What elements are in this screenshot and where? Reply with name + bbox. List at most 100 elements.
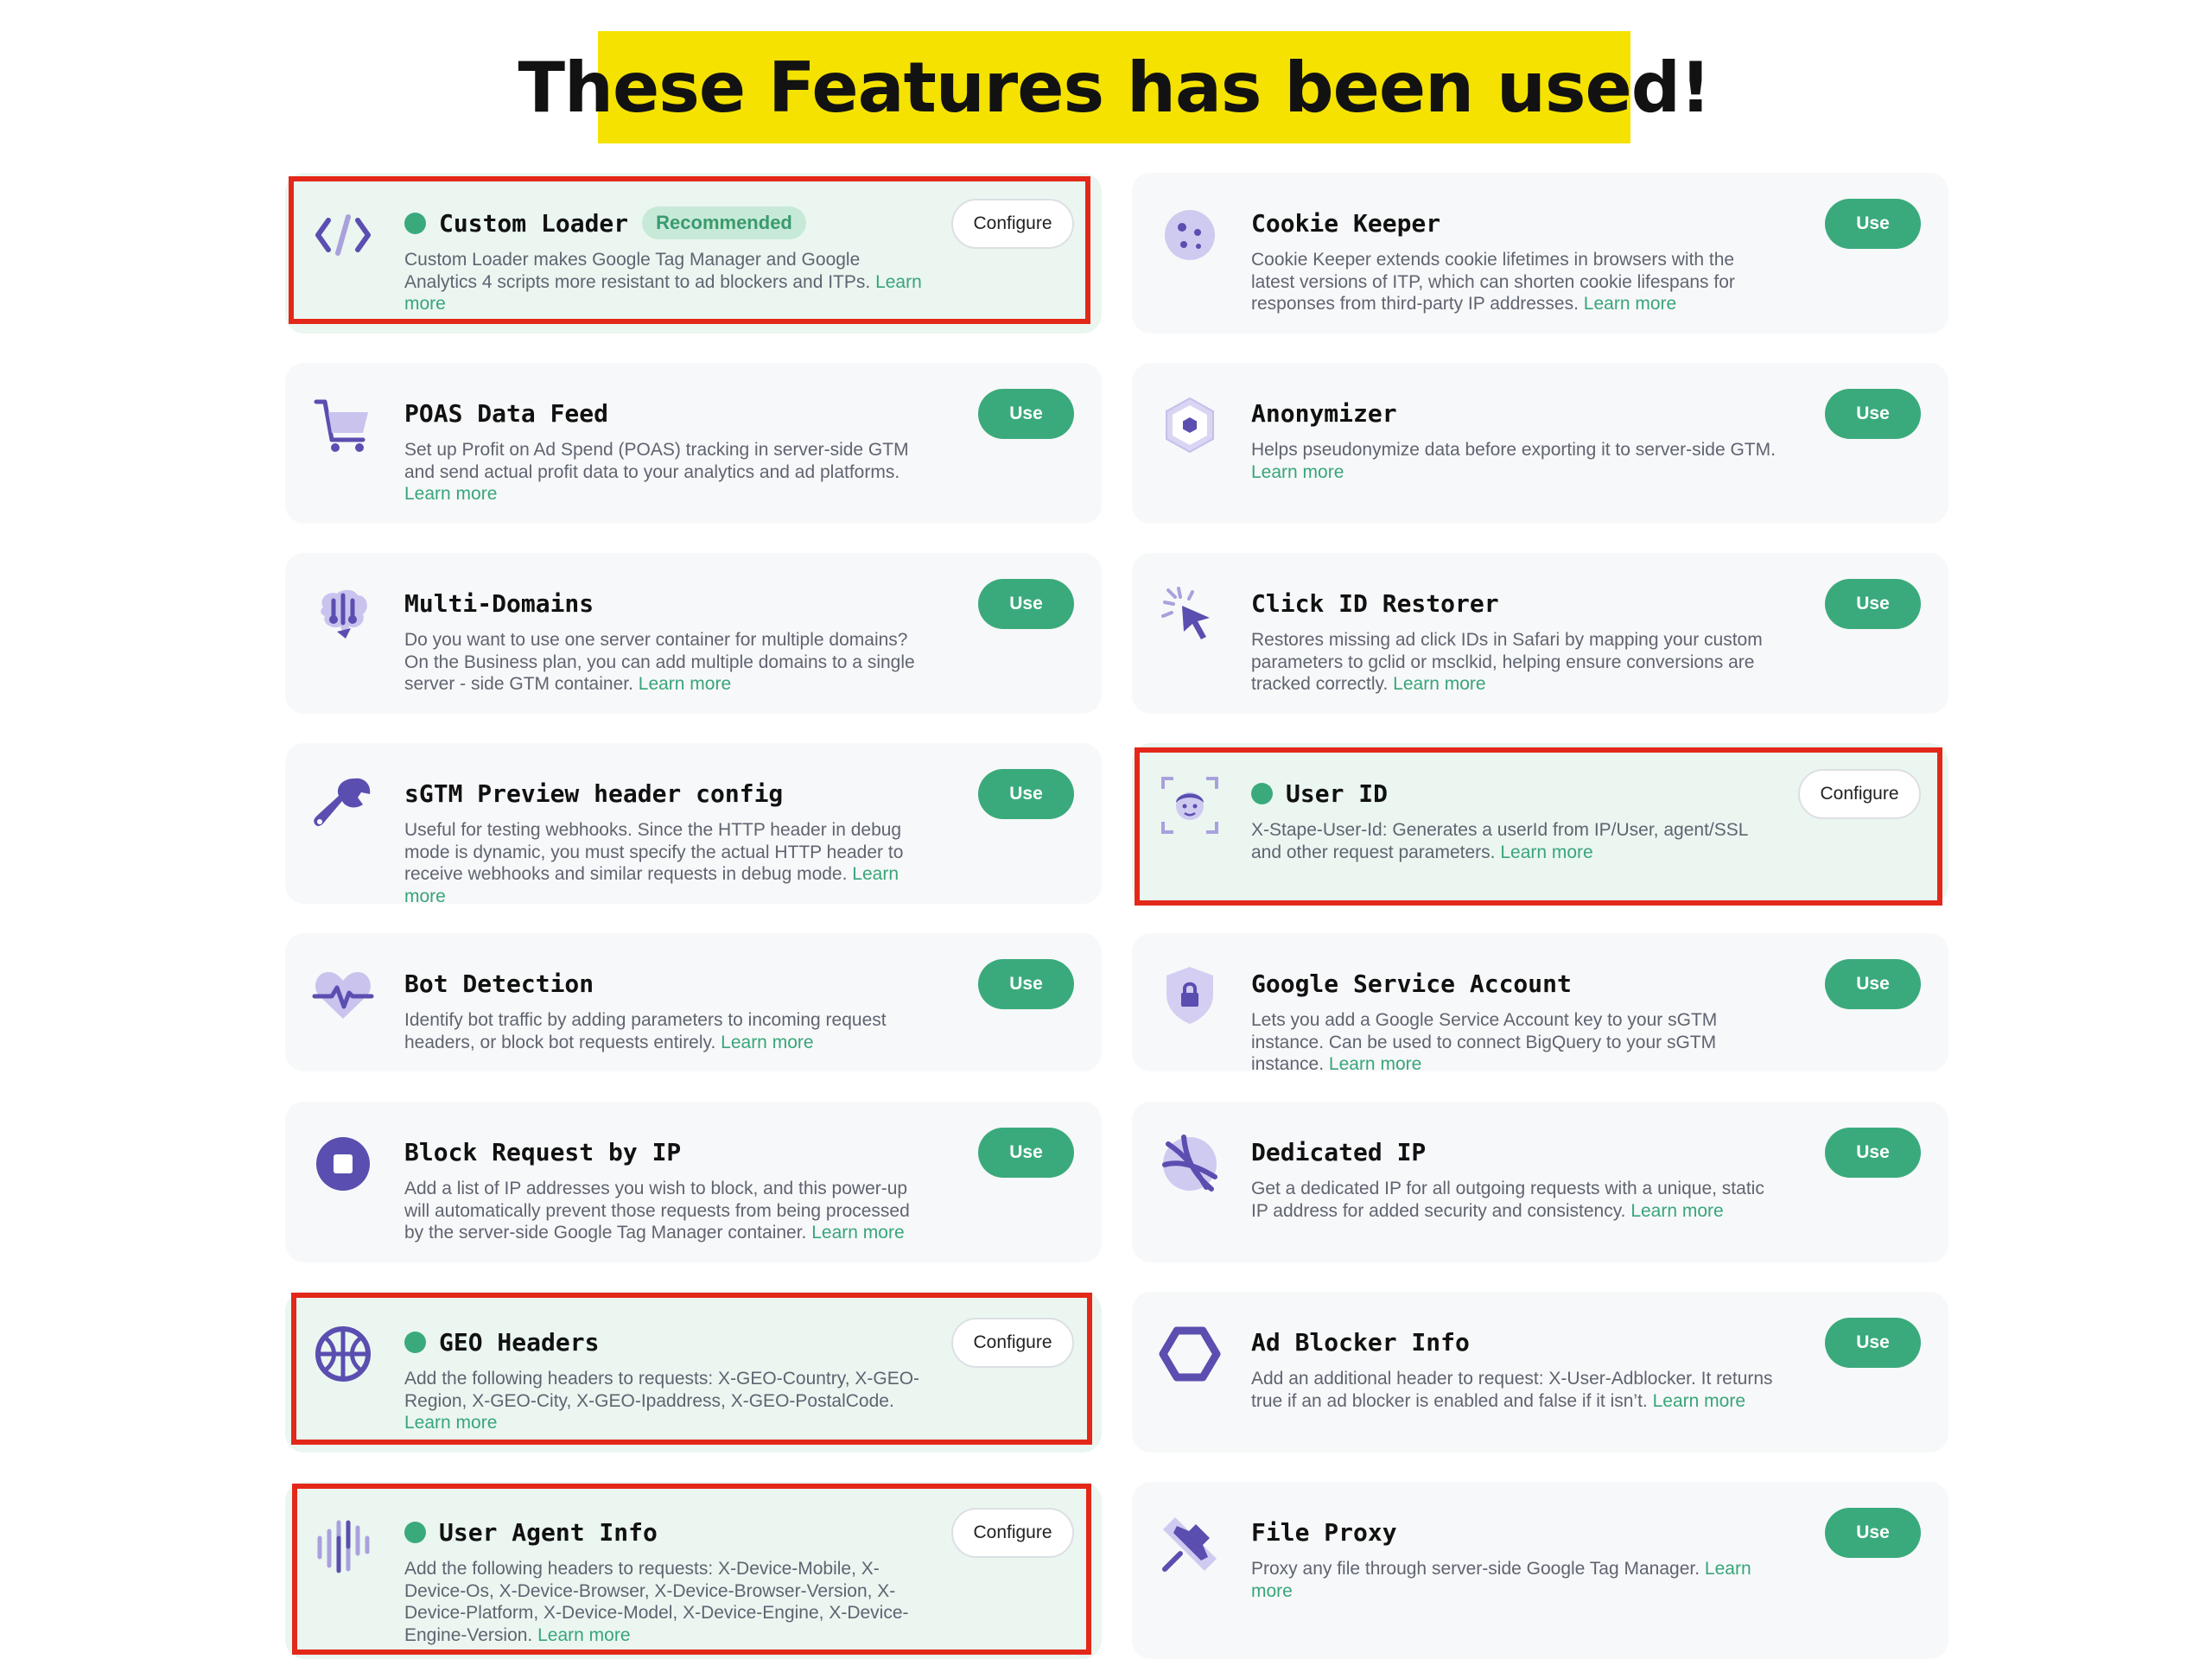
feature-title-row: GEO Headers <box>404 1325 929 1359</box>
feature-card-poas-data-feed: POAS Data Feed Set up Profit on Ad Spend… <box>285 363 1102 524</box>
description-text: Proxy any file through server-side Googl… <box>1251 1559 1700 1579</box>
feature-title-row: Bot Detection <box>404 966 929 1001</box>
description-text: Set up Profit on Ad Spend (POAS) trackin… <box>404 440 909 482</box>
feature-card-anonymizer: Anonymizer Helps pseudonymize data befor… <box>1132 363 1948 524</box>
feature-content: sGTM Preview header config Useful for te… <box>404 776 929 907</box>
use-button[interactable]: Use <box>978 1128 1074 1178</box>
feature-card-cookie-keeper: Cookie Keeper Cookie Keeper extends cook… <box>1132 173 1948 334</box>
learn-more-link[interactable]: Learn more <box>639 674 731 694</box>
use-button[interactable]: Use <box>978 959 1074 1009</box>
hexagon-outline-icon <box>1158 1322 1222 1386</box>
use-button[interactable]: Use <box>1825 1318 1921 1368</box>
feature-content: User ID X-Stape-User-Id: Generates a use… <box>1251 776 1776 863</box>
use-button[interactable]: Use <box>978 769 1074 819</box>
feature-card-bot-detection: Bot Detection Identify bot traffic by ad… <box>285 933 1102 1071</box>
description-text: Add the following headers to requests: X… <box>404 1559 909 1645</box>
configure-button[interactable]: Configure <box>1798 769 1921 819</box>
feature-description: Restores missing ad click IDs in Safari … <box>1251 629 1776 696</box>
feature-content: Dedicated IP Get a dedicated IP for all … <box>1251 1135 1776 1222</box>
feature-title: User ID <box>1286 779 1389 808</box>
feature-title: Google Service Account <box>1251 969 1572 998</box>
face-scan-icon <box>1158 773 1222 837</box>
learn-more-link[interactable]: Learn more <box>537 1625 630 1645</box>
learn-more-link[interactable]: Learn more <box>1251 462 1344 482</box>
configure-button[interactable]: Configure <box>951 199 1074 249</box>
use-button[interactable]: Use <box>978 579 1074 629</box>
feature-title-row: Multi-Domains <box>404 586 929 620</box>
wrench-icon <box>311 773 375 837</box>
feature-card-sgtm-preview-header-config: sGTM Preview header config Useful for te… <box>285 743 1102 907</box>
banner: These Features has been used! <box>518 31 1712 143</box>
learn-more-link[interactable]: Learn more <box>1584 294 1676 314</box>
feature-description: Add the following headers to requests: X… <box>404 1368 929 1434</box>
pin-icon <box>1158 1512 1222 1576</box>
enabled-status-dot <box>1251 782 1273 804</box>
enabled-status-dot <box>404 1331 426 1353</box>
learn-more-link[interactable]: Learn more <box>721 1033 813 1052</box>
feature-card-ad-blocker-info: Ad Blocker Info Add an additional header… <box>1132 1292 1948 1452</box>
feature-title: Ad Blocker Info <box>1251 1327 1470 1357</box>
use-button[interactable]: Use <box>1825 1508 1921 1558</box>
hexagon-icon <box>1158 393 1222 457</box>
feature-title: File Proxy <box>1251 1517 1397 1547</box>
feature-description: Add the following headers to requests: X… <box>404 1558 929 1646</box>
description-text: Identify bot traffic by adding parameter… <box>404 1010 887 1052</box>
use-button[interactable]: Use <box>1825 199 1921 249</box>
feature-content: Click ID Restorer Restores missing ad cl… <box>1251 586 1776 696</box>
learn-more-link[interactable]: Learn more <box>1500 842 1592 862</box>
heartbeat-icon <box>311 963 375 1027</box>
feature-card-dedicated-ip: Dedicated IP Get a dedicated IP for all … <box>1132 1102 1948 1262</box>
feature-card-google-service-account: Google Service Account Lets you add a Go… <box>1132 933 1948 1074</box>
feature-card-block-request-by-ip: Block Request by IP Add a list of IP add… <box>285 1102 1102 1262</box>
enabled-status-dot <box>404 1521 426 1543</box>
feature-title: Anonymizer <box>1251 398 1397 428</box>
feature-card-user-agent-info: User Agent Info Add the following header… <box>285 1482 1102 1659</box>
feature-title: Click ID Restorer <box>1251 588 1499 618</box>
feature-title: sGTM Preview header config <box>404 779 784 808</box>
banner-title: These Features has been used! <box>518 47 1711 128</box>
use-button[interactable]: Use <box>978 389 1074 439</box>
feature-description: Useful for testing webhooks. Since the H… <box>404 819 929 907</box>
feature-description: Set up Profit on Ad Spend (POAS) trackin… <box>404 439 929 505</box>
satellite-icon <box>1158 1132 1222 1196</box>
learn-more-link[interactable]: Learn more <box>1653 1391 1745 1411</box>
feature-title-row: File Proxy <box>1251 1515 1776 1549</box>
brain-icon <box>311 583 375 647</box>
feature-content: GEO Headers Add the following headers to… <box>404 1325 929 1434</box>
feature-title-row: User ID <box>1251 776 1776 810</box>
learn-more-link[interactable]: Learn more <box>404 1413 497 1433</box>
feature-title: User Agent Info <box>439 1517 658 1547</box>
feature-card-click-id-restorer: Click ID Restorer Restores missing ad cl… <box>1132 553 1948 714</box>
feature-title: Multi-Domains <box>404 588 594 618</box>
feature-description: Helps pseudonymize data before exporting… <box>1251 439 1776 483</box>
feature-description: Proxy any file through server-side Googl… <box>1251 1558 1776 1602</box>
use-button[interactable]: Use <box>1825 959 1921 1009</box>
learn-more-link[interactable]: Learn more <box>1329 1054 1421 1074</box>
sound-wave-icon <box>311 1512 375 1576</box>
use-button[interactable]: Use <box>1825 579 1921 629</box>
learn-more-link[interactable]: Learn more <box>811 1223 904 1243</box>
feature-title: Custom Loader <box>439 208 629 238</box>
learn-more-link[interactable]: Learn more <box>1393 674 1485 694</box>
feature-title-row: Anonymizer <box>1251 396 1776 430</box>
learn-more-link[interactable]: Learn more <box>1630 1201 1723 1221</box>
feature-content: POAS Data Feed Set up Profit on Ad Spend… <box>404 396 929 505</box>
configure-button[interactable]: Configure <box>951 1318 1074 1368</box>
configure-button[interactable]: Configure <box>951 1508 1074 1558</box>
feature-title: POAS Data Feed <box>404 398 609 428</box>
use-button[interactable]: Use <box>1825 389 1921 439</box>
cursor-click-icon <box>1158 583 1222 647</box>
feature-title-row: Ad Blocker Info <box>1251 1325 1776 1359</box>
feature-card-custom-loader: Custom Loader Recommended Custom Loader … <box>285 173 1102 334</box>
cart-icon <box>311 393 375 457</box>
use-button[interactable]: Use <box>1825 1128 1921 1178</box>
feature-content: Bot Detection Identify bot traffic by ad… <box>404 966 929 1053</box>
description-text: Restores missing ad click IDs in Safari … <box>1251 630 1763 694</box>
feature-title-row: POAS Data Feed <box>404 396 929 430</box>
feature-title-row: Custom Loader Recommended <box>404 206 929 240</box>
learn-more-link[interactable]: Learn more <box>404 484 497 504</box>
recommended-badge: Recommended <box>642 207 806 239</box>
feature-title: GEO Headers <box>439 1327 600 1357</box>
feature-title: Cookie Keeper <box>1251 208 1441 238</box>
feature-description: Custom Loader makes Google Tag Manager a… <box>404 249 929 315</box>
